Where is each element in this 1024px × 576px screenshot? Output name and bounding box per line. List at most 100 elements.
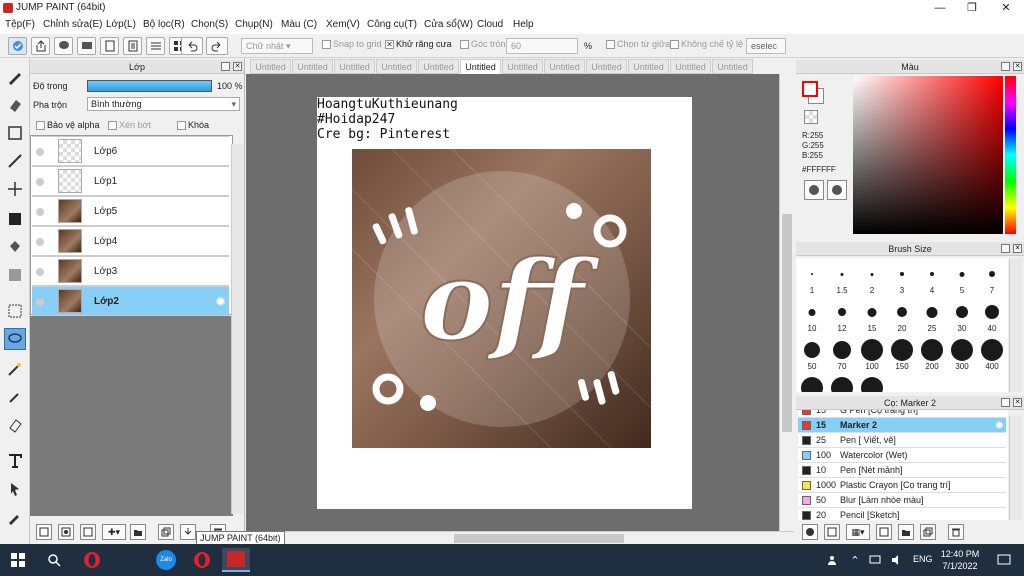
document-tab[interactable]: Untitled	[628, 59, 669, 74]
visibility-icon[interactable]	[36, 148, 44, 156]
brush-size-cell[interactable]: 30	[947, 298, 977, 334]
document-tab[interactable]: Untitled	[250, 59, 291, 74]
brush-size-cell[interactable]: 5	[947, 260, 977, 296]
new-layer-icon[interactable]	[36, 524, 52, 540]
visibility-icon[interactable]	[36, 208, 44, 216]
new-halftone-icon[interactable]	[80, 524, 96, 540]
menu-view[interactable]: Xem(V)	[326, 19, 360, 30]
layer-scrollbar[interactable]	[231, 144, 244, 514]
duplicate-icon[interactable]	[158, 524, 174, 540]
merge-down-icon[interactable]	[180, 524, 196, 540]
language-indicator[interactable]: ENG	[913, 554, 933, 564]
eraser-tool-icon[interactable]	[4, 94, 26, 116]
menu-color[interactable]: Màu (C)	[281, 19, 317, 30]
brush-size-cell[interactable]: 100	[857, 336, 887, 372]
menu-capture[interactable]: Chụp(N)	[235, 19, 273, 30]
canvas-page[interactable]: HoangtuKuthieunang #Hoidap247 Cre bg: Pi…	[317, 97, 692, 509]
menu-help[interactable]: Help	[513, 19, 534, 30]
document-tab[interactable]: Untitled	[418, 59, 459, 74]
redo-icon[interactable]	[206, 37, 228, 55]
brush-scrollbar[interactable]	[1009, 258, 1022, 392]
network-icon[interactable]	[866, 548, 884, 572]
brush-size-cell[interactable]: 2	[857, 260, 887, 296]
close-panel-icon[interactable]: ✕	[233, 62, 242, 71]
protect-alpha-checkbox[interactable]: Bảo vệ alpha	[36, 120, 100, 130]
brush-size-cell[interactable]	[857, 374, 887, 392]
brush-size-cell[interactable]: 4	[917, 260, 947, 296]
opacity-slider[interactable]	[87, 80, 212, 92]
brush-item[interactable]: 50 Blur [Làm nhòe màu]	[798, 493, 1006, 508]
undo-icon[interactable]	[181, 37, 203, 55]
blend-select[interactable]: Bình thường ▾	[87, 97, 240, 111]
layer-row[interactable]: Lớp6	[32, 136, 229, 166]
document-tab[interactable]: Untitled	[670, 59, 711, 74]
brush-item[interactable]: 25 Pen [ Viết, vẽ]	[798, 433, 1006, 448]
people-icon[interactable]	[824, 548, 842, 572]
brush-size-cell[interactable]: 7	[977, 260, 1007, 296]
float-icon[interactable]	[1001, 62, 1010, 71]
scroll-thumb[interactable]	[454, 534, 624, 543]
add-layer-menu-icon[interactable]: ✚▾	[102, 524, 126, 540]
rectangle-tool-icon[interactable]	[4, 122, 26, 144]
brush-new-icon[interactable]	[824, 524, 840, 540]
antialias-checkbox[interactable]: ✕ Khử răng cưa	[385, 39, 452, 49]
folder-icon[interactable]	[898, 524, 914, 540]
brush-size-cell[interactable]: 70	[827, 336, 857, 372]
select-pen-tool-icon[interactable]	[4, 386, 26, 408]
select-rect-tool-icon[interactable]	[4, 300, 26, 322]
message-icon[interactable]	[77, 37, 96, 55]
menu-select[interactable]: Chọn(S)	[191, 19, 228, 30]
duplicate-icon[interactable]	[920, 524, 936, 540]
brush-size-cell[interactable]: 1	[797, 260, 827, 296]
visibility-icon[interactable]	[36, 238, 44, 246]
menu-cloud[interactable]: Cloud	[477, 19, 503, 30]
volume-icon[interactable]	[888, 548, 906, 572]
comment-icon[interactable]	[54, 37, 73, 55]
visibility-icon[interactable]	[36, 178, 44, 186]
layer-row[interactable]: Lớp3	[32, 256, 229, 286]
new-raster-icon[interactable]	[58, 524, 74, 540]
clock[interactable]: 12:40 PM 7/1/2022	[938, 548, 982, 572]
brush-import-icon[interactable]	[802, 524, 818, 540]
brush-item[interactable]: 100 Watercolor (Wet)	[798, 448, 1006, 463]
windows-start-icon[interactable]	[4, 548, 32, 572]
brush-size-cell[interactable]	[797, 374, 827, 392]
brush-item[interactable]: 20 Pencil [Sketch]	[798, 508, 1006, 520]
opera-gx-icon[interactable]	[188, 548, 216, 572]
document-tab[interactable]: Untitled	[334, 59, 375, 74]
gear-icon[interactable]: ✹	[995, 419, 1004, 432]
document-tab[interactable]: Untitled	[376, 59, 417, 74]
trash-icon[interactable]	[948, 524, 964, 540]
snap-grid-checkbox[interactable]: Snap to grid	[322, 39, 382, 49]
fill-rect-tool-icon[interactable]	[4, 208, 26, 230]
page-icon[interactable]	[100, 37, 119, 55]
close-panel-icon[interactable]: ✕	[1013, 62, 1022, 71]
folder-icon[interactable]	[130, 524, 146, 540]
chevron-up-icon[interactable]: ⌃	[846, 548, 864, 572]
layer-row[interactable]: Lớp4	[32, 226, 229, 256]
hue-slider[interactable]	[1005, 76, 1016, 234]
foreground-color-swatch[interactable]	[802, 81, 818, 97]
brush-size-cell[interactable]: 12	[827, 298, 857, 334]
brush-menu-icon[interactable]: ▦▾	[846, 524, 870, 540]
brush-size-cell[interactable]: 50	[797, 336, 827, 372]
visibility-icon[interactable]	[36, 298, 44, 306]
shape-select[interactable]: Chữ nhật ▾	[241, 38, 313, 54]
menu-filter[interactable]: Bộ lọc(R)	[143, 19, 185, 30]
scroll-thumb[interactable]	[782, 214, 792, 432]
saturation-value-picker[interactable]	[853, 76, 1003, 234]
select-eraser-tool-icon[interactable]	[4, 414, 26, 436]
move-tool-icon[interactable]	[4, 178, 26, 200]
eyedropper-tool-icon[interactable]	[4, 506, 26, 528]
export-icon[interactable]	[31, 37, 50, 55]
from-center-checkbox[interactable]: Chọn từ giữa	[606, 39, 670, 49]
brush-size-cell[interactable]: 25	[917, 298, 947, 334]
document-tab[interactable]: Untitled	[292, 59, 333, 74]
operation-tool-icon[interactable]	[4, 478, 26, 500]
menu-tools[interactable]: Công cụ(T)	[367, 19, 417, 30]
canvas-horizontal-scrollbar[interactable]	[246, 531, 794, 544]
gear-icon[interactable]: ✹	[215, 294, 226, 310]
menu-file[interactable]: Tệp(F)	[5, 19, 35, 30]
brush-size-cell[interactable]: 40	[977, 298, 1007, 334]
brush-item-selected[interactable]: 15 Marker 2 ✹	[798, 418, 1006, 433]
